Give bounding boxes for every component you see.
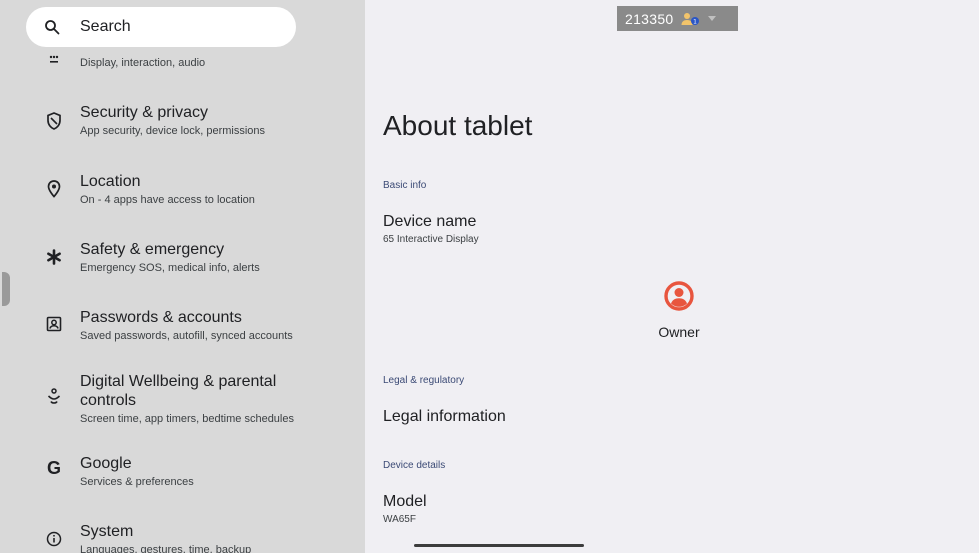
edge-handle[interactable]: [2, 272, 10, 306]
section-header-legal: Legal & regulatory: [383, 375, 465, 386]
model-value: WA65F: [383, 514, 416, 525]
search-label: Search: [80, 18, 131, 35]
sidebar-item-subtitle: App security, device lock, permissions: [80, 125, 266, 137]
wellbeing-icon: [43, 386, 65, 408]
sidebar-item-subtitle: Emergency SOS, medical info, alerts: [80, 262, 260, 274]
sidebar-item-title: Location: [80, 173, 141, 190]
connection-status-bar[interactable]: 213350 1: [617, 6, 738, 31]
legal-information-item[interactable]: Legal information: [383, 408, 506, 426]
sidebar-item-title: Security & privacy: [80, 104, 209, 121]
sidebar-item-title: Google: [80, 455, 132, 472]
chevron-down-icon[interactable]: [707, 15, 716, 22]
section-header-basic-info: Basic info: [383, 180, 427, 191]
google-g-icon: G: [46, 457, 61, 478]
section-header-device-details: Device details: [383, 460, 446, 471]
account-box-icon: [43, 313, 65, 335]
settings-sidebar: Search Display, interaction, audio Secur…: [0, 0, 365, 553]
search-icon: [42, 17, 62, 37]
location-pin-icon: [43, 178, 65, 200]
info-icon: [43, 528, 65, 550]
sidebar-item-title: Safety & emergency: [80, 241, 225, 258]
dots-icon: [43, 48, 65, 70]
owner-label[interactable]: Owner: [650, 324, 708, 340]
gesture-nav-bar[interactable]: [414, 544, 584, 547]
about-tablet-panel: [365, 0, 979, 553]
users-icon: 1: [680, 12, 702, 26]
asterisk-icon: [43, 246, 65, 268]
search-bar[interactable]: Search: [26, 7, 296, 47]
sidebar-item-subtitle: Screen time, app timers, bedtime schedul…: [80, 413, 294, 425]
sidebar-item-subtitle: Languages, gestures, time, backup: [80, 544, 252, 553]
sidebar-item-subtitle: On - 4 apps have access to location: [80, 194, 255, 206]
shield-icon: [43, 110, 65, 132]
model-title[interactable]: Model: [383, 493, 427, 511]
page-title: About tablet: [383, 110, 533, 141]
device-name-value: 65 Interactive Display: [383, 234, 479, 245]
sidebar-item-subtitle: Display, interaction, audio: [80, 57, 206, 69]
sidebar-item-title: System: [80, 523, 134, 540]
device-name-title[interactable]: Device name: [383, 213, 476, 231]
session-id: 213350: [625, 10, 674, 27]
sidebar-item-title: Digital Wellbeing & parental controls: [80, 373, 277, 409]
owner-avatar-icon[interactable]: [664, 281, 694, 311]
sidebar-item-subtitle: Saved passwords, autofill, synced accoun…: [80, 330, 293, 342]
sidebar-item-subtitle: Services & preferences: [80, 476, 194, 488]
svg-text:1: 1: [693, 18, 697, 25]
sidebar-item-title: Passwords & accounts: [80, 309, 242, 326]
